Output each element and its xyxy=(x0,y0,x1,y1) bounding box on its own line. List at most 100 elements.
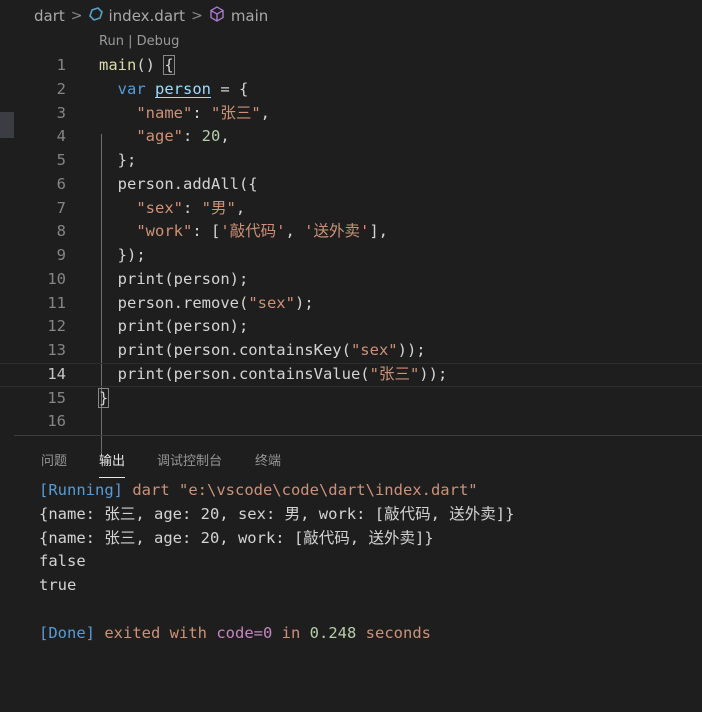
output-blank-line xyxy=(39,598,689,622)
code-token: } xyxy=(97,387,110,408)
breadcrumb-symbol[interactable]: main xyxy=(231,7,268,25)
chevron-right-icon: > xyxy=(191,8,203,24)
code-line[interactable]: 5 }; xyxy=(0,149,702,173)
code-line[interactable]: 16 xyxy=(0,410,702,434)
output-done-line: [Done] exited with code=0 in 0.248 secon… xyxy=(39,622,689,646)
run-link[interactable]: Run xyxy=(99,34,124,49)
code-line[interactable]: 7 "sex": "男", xyxy=(0,197,702,221)
done-code: code=0 xyxy=(216,623,273,642)
code-token: : [ xyxy=(192,222,221,241)
tab-problems[interactable]: 问题 xyxy=(41,450,67,469)
code-token: "男" xyxy=(201,198,236,217)
line-number: 16 xyxy=(47,412,66,431)
code-text: } xyxy=(97,387,110,411)
code-token: "name" xyxy=(136,103,193,122)
code-line[interactable]: 6 person.addAll({ xyxy=(0,173,702,197)
code-text: "age": 20, xyxy=(99,125,230,149)
code-token: , xyxy=(220,127,230,146)
codelens: Run | Debug xyxy=(99,32,179,52)
debug-link[interactable]: Debug xyxy=(137,34,180,49)
code-token: : xyxy=(192,103,211,122)
code-line[interactable]: 4 "age": 20, xyxy=(0,125,702,149)
line-number: 13 xyxy=(47,341,66,359)
code-token: main xyxy=(99,56,137,74)
running-tag: [Running] xyxy=(39,481,123,499)
code-text: print(person.containsValue("张三")); xyxy=(99,363,448,387)
done-text: exited with xyxy=(95,623,217,642)
line-number: 10 xyxy=(47,269,66,288)
code-line[interactable]: 2 var person = { xyxy=(0,78,702,102)
breadcrumb-folder[interactable]: dart xyxy=(34,7,65,25)
line-number: 7 xyxy=(56,198,66,217)
code-line[interactable]: 9 }); xyxy=(0,244,702,268)
chevron-right-icon: > xyxy=(70,8,83,24)
done-time: 0.248 xyxy=(309,623,357,642)
code-text: print(person); xyxy=(99,315,249,339)
breadcrumb-file[interactable]: index.dart xyxy=(109,7,186,25)
code-token: "age" xyxy=(136,127,183,146)
output-running-line: [Running] dart "e:\vscode\code\dart\inde… xyxy=(39,479,689,503)
code-token: '送外卖' xyxy=(304,222,370,241)
line-number: 14 xyxy=(47,364,66,383)
output-line: false xyxy=(39,552,86,571)
code-text: }); xyxy=(99,244,146,268)
code-token: }); xyxy=(99,246,146,264)
line-number: 3 xyxy=(56,103,66,122)
cube-icon xyxy=(209,6,225,26)
code-token: "sex" xyxy=(350,341,398,359)
codelens-separator: | xyxy=(123,34,137,49)
code-token: print(person); xyxy=(99,317,249,336)
code-token: )); xyxy=(397,341,426,359)
code-token: "张三" xyxy=(369,364,420,383)
line-number: 4 xyxy=(56,127,66,146)
code-token: print(person.containsKey( xyxy=(99,341,351,359)
code-editor[interactable]: 1 main() {2 var person = {3 "name": "张三",… xyxy=(0,54,702,454)
output-panel[interactable]: [Running] dart "e:\vscode\code\dart\inde… xyxy=(39,479,689,646)
code-line[interactable]: 1 main() { xyxy=(0,54,702,78)
code-line[interactable]: 11 person.remove("sex"); xyxy=(0,292,702,316)
line-number: 8 xyxy=(56,222,66,241)
line-number: 5 xyxy=(56,151,66,169)
code-token: "张三" xyxy=(211,103,261,122)
code-token: person xyxy=(155,79,212,98)
line-number: 9 xyxy=(56,246,66,264)
panel-tabs: 问题 输出 调试控制台 终端 xyxy=(0,436,702,480)
code-line[interactable]: 3 "name": "张三", xyxy=(0,102,702,126)
code-line[interactable]: 13 print(person.containsKey("sex")); xyxy=(0,339,702,363)
code-token: () xyxy=(136,56,165,74)
code-line[interactable]: 10 print(person); xyxy=(0,268,702,292)
code-token: = { xyxy=(211,79,249,98)
line-number: 1 xyxy=(56,56,66,74)
code-line[interactable]: 14 print(person.containsValue("张三")); xyxy=(0,363,702,387)
code-token: , xyxy=(285,222,305,241)
code-token: : xyxy=(183,127,202,146)
tab-output[interactable]: 输出 xyxy=(99,450,126,478)
code-text: }; xyxy=(99,149,137,173)
code-token: "sex" xyxy=(248,293,295,312)
code-token: 20 xyxy=(201,127,221,146)
line-number: 2 xyxy=(56,79,66,98)
code-text: "work": ['敲代码', '送外卖'], xyxy=(99,220,388,244)
line-number: 6 xyxy=(56,174,66,193)
code-text: "name": "张三", xyxy=(99,102,270,126)
code-line[interactable]: 8 "work": ['敲代码', '送外卖'], xyxy=(0,220,702,244)
dart-file-icon xyxy=(88,7,103,25)
done-tag: [Done] xyxy=(39,623,95,642)
code-token: ], xyxy=(369,222,389,241)
code-token: '敲代码' xyxy=(220,222,286,241)
code-text: main() { xyxy=(99,54,175,78)
code-text: person.remove("sex"); xyxy=(99,292,314,316)
tab-debug-console[interactable]: 调试控制台 xyxy=(157,450,222,469)
code-line[interactable]: 12 print(person); xyxy=(0,315,702,339)
tab-terminal[interactable]: 终端 xyxy=(255,450,281,469)
code-token: ); xyxy=(294,293,314,312)
code-text: var person = { xyxy=(99,78,249,102)
done-text: seconds xyxy=(356,623,431,642)
code-token: { xyxy=(163,55,175,75)
code-line[interactable]: 15} xyxy=(0,387,702,411)
